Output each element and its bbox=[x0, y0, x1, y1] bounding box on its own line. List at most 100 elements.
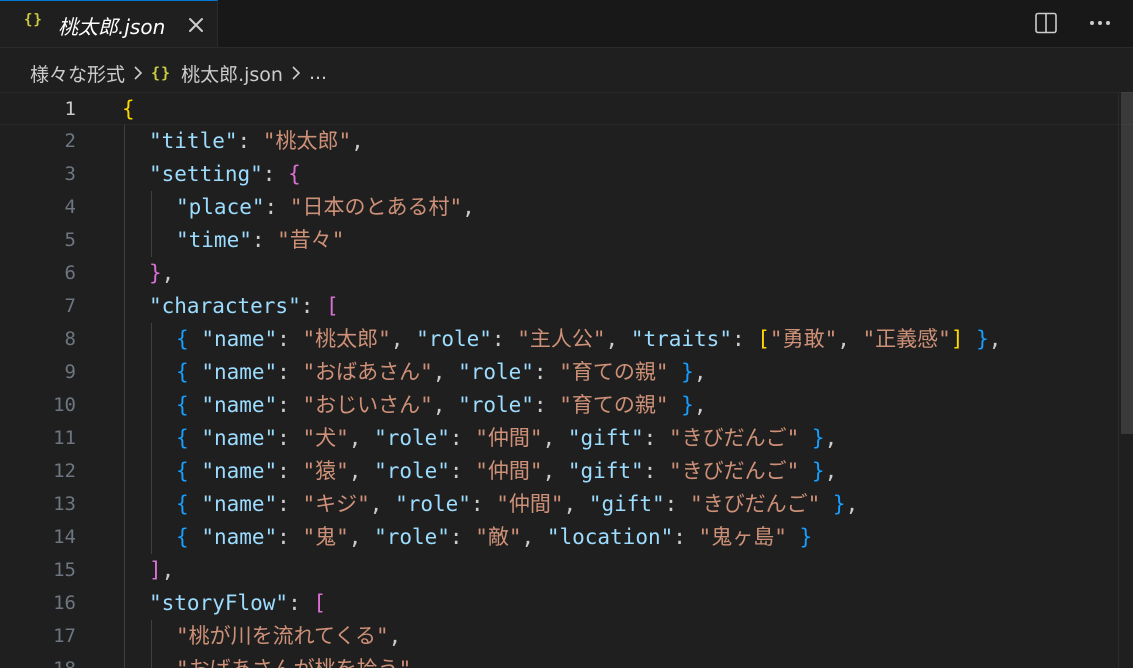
json-punctuation: : bbox=[533, 393, 560, 417]
line-number: 5 bbox=[64, 229, 76, 251]
json-punctuation: , bbox=[542, 426, 568, 450]
breadcrumb-more[interactable]: ... bbox=[309, 62, 327, 84]
line-number: 10 bbox=[53, 394, 76, 416]
code-line[interactable]: 7 "characters": [ bbox=[0, 290, 1133, 323]
json-bracket: { bbox=[176, 426, 189, 450]
code-line[interactable]: 6}, bbox=[0, 257, 1133, 290]
json-bracket: } bbox=[681, 360, 694, 384]
json-punctuation bbox=[189, 492, 202, 516]
indent-guide bbox=[151, 455, 152, 488]
indent-guide bbox=[124, 191, 125, 224]
json-punctuation: : bbox=[664, 492, 690, 516]
code-line[interactable]: 10 { "name": "おじいさん", "role": "育ての親" }, bbox=[0, 389, 1133, 422]
json-key: "role" bbox=[458, 360, 534, 384]
line-number: 15 bbox=[53, 559, 76, 581]
json-bracket: [ bbox=[757, 327, 770, 351]
tab-bar: {} 桃太郎.json bbox=[0, 0, 1133, 48]
json-string: "昔々" bbox=[277, 228, 345, 252]
json-punctuation: , bbox=[845, 492, 859, 516]
json-string: "鬼" bbox=[302, 525, 349, 549]
code-line[interactable]: 8 { "name": "桃太郎", "role": "主人公", "traits… bbox=[0, 323, 1133, 356]
json-string: "おじいさん" bbox=[302, 393, 433, 417]
indent-guide bbox=[124, 125, 125, 158]
close-icon[interactable] bbox=[186, 15, 206, 35]
json-punctuation bbox=[189, 525, 202, 549]
json-bracket: } bbox=[832, 492, 846, 516]
breadcrumb: 様々な形式 {} 桃太郎.json ... bbox=[30, 60, 327, 86]
split-editor-icon[interactable] bbox=[1033, 10, 1059, 36]
json-bracket: { bbox=[176, 327, 189, 351]
code-line[interactable]: 17 "桃が川を流れてくる", bbox=[0, 620, 1133, 653]
json-bracket: { bbox=[176, 525, 189, 549]
code-text: "time": "昔々" bbox=[176, 228, 344, 253]
json-string: "犬" bbox=[302, 426, 349, 450]
json-key: "role" bbox=[395, 492, 471, 516]
indent-guide bbox=[124, 389, 125, 422]
json-punctuation: , bbox=[521, 525, 547, 549]
code-line[interactable]: 1{ bbox=[0, 92, 1133, 125]
json-key: "place" bbox=[176, 195, 265, 219]
line-number: 18 bbox=[16, 658, 76, 668]
code-line[interactable]: 11 { "name": "犬", "role": "仲間", "gift": "… bbox=[0, 422, 1133, 455]
code-line[interactable]: 15], bbox=[0, 554, 1133, 587]
json-punctuation: , bbox=[693, 360, 707, 384]
code-line[interactable]: 12 { "name": "猿", "role": "仲間", "gift": "… bbox=[0, 455, 1133, 488]
indent-guide bbox=[124, 422, 125, 455]
code-text: { "name": "キジ", "role": "仲間", "gift": "き… bbox=[176, 492, 858, 517]
more-actions-icon[interactable] bbox=[1087, 10, 1113, 36]
json-punctuation: : bbox=[251, 228, 278, 252]
json-bracket: } bbox=[976, 327, 989, 351]
code-line[interactable]: 9 { "name": "おばあさん", "role": "育ての親" }, bbox=[0, 356, 1133, 389]
line-number: 1 bbox=[64, 98, 76, 120]
json-punctuation: , bbox=[161, 261, 175, 285]
code-text: { "name": "桃太郎", "role": "主人公", "traits"… bbox=[176, 327, 1001, 352]
json-string: "仲間" bbox=[475, 426, 543, 450]
breadcrumb-folder[interactable]: 様々な形式 bbox=[30, 60, 125, 87]
code-line[interactable]: 5 "time": "昔々" bbox=[0, 224, 1133, 257]
code-text: { "name": "鬼", "role": "敵", "location": … bbox=[176, 525, 812, 550]
code-line[interactable]: 14 { "name": "鬼", "role": "敵", "location"… bbox=[0, 521, 1133, 554]
chevron-right-icon bbox=[289, 60, 303, 86]
json-punctuation: : bbox=[288, 591, 314, 615]
json-key: "setting" bbox=[149, 162, 263, 186]
json-file-icon: {} bbox=[24, 12, 43, 28]
indent-guide bbox=[124, 356, 125, 389]
code-text: "setting": { bbox=[149, 162, 301, 187]
indent-guide bbox=[151, 389, 152, 422]
vertical-scrollbar[interactable] bbox=[1118, 92, 1133, 668]
tab-momotaro-json[interactable]: {} 桃太郎.json bbox=[0, 0, 218, 47]
breadcrumb-file[interactable]: 桃太郎.json bbox=[181, 60, 283, 87]
json-string: "きびだんご" bbox=[668, 459, 800, 483]
json-key: "name" bbox=[201, 393, 278, 417]
json-bracket: } bbox=[799, 525, 813, 549]
code-line[interactable]: 3 "setting": { bbox=[0, 158, 1133, 191]
indent-guide bbox=[151, 521, 152, 554]
scrollbar-thumb[interactable] bbox=[1121, 92, 1133, 434]
code-line[interactable]: 4 "place": "日本のとある村", bbox=[0, 191, 1133, 224]
json-bracket: { bbox=[288, 162, 301, 186]
code-line[interactable]: 16 "storyFlow": [ bbox=[0, 587, 1133, 620]
json-punctuation bbox=[799, 426, 812, 450]
code-line[interactable]: 18 "おばあさんが桃を拾う", bbox=[0, 653, 1133, 668]
json-punctuation bbox=[963, 327, 976, 351]
json-string: "正義感" bbox=[862, 327, 951, 351]
json-bracket: } bbox=[811, 459, 825, 483]
line-number: 9 bbox=[64, 361, 76, 383]
indent-guide bbox=[151, 356, 152, 389]
json-punctuation bbox=[189, 393, 202, 417]
json-bracket: { bbox=[176, 459, 189, 483]
code-line[interactable]: 2 "title": "桃太郎", bbox=[0, 125, 1133, 158]
json-bracket: { bbox=[176, 360, 189, 384]
json-punctuation: : bbox=[673, 525, 699, 549]
json-punctuation: : bbox=[277, 393, 303, 417]
json-string: "日本のとある村" bbox=[289, 195, 463, 219]
json-punctuation: , bbox=[542, 459, 568, 483]
indent-guide bbox=[151, 191, 152, 224]
code-line[interactable]: 13 { "name": "キジ", "role": "仲間", "gift": … bbox=[0, 488, 1133, 521]
json-string: "鬼ヶ島" bbox=[698, 525, 787, 549]
json-bracket: [ bbox=[313, 591, 327, 615]
json-string: "主人公" bbox=[517, 327, 606, 351]
json-punctuation: : bbox=[731, 327, 758, 351]
line-number: 7 bbox=[64, 295, 76, 317]
code-editor[interactable]: 1{2 "title": "桃太郎", 3 "setting": {4 "place":… bbox=[0, 92, 1133, 668]
